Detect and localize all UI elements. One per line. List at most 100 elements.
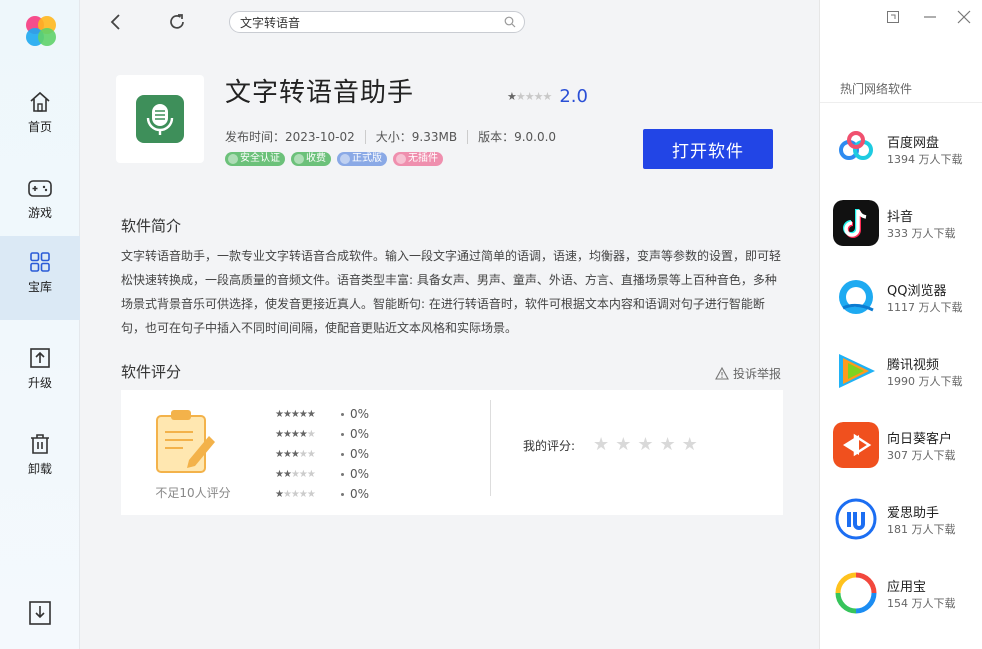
hot-item-baidu-netdisk[interactable]: 百度网盘 1394 万人下载 — [833, 126, 978, 178]
gamepad-icon — [28, 180, 52, 197]
rating-row-1: ★★★★★ 0% — [275, 487, 370, 501]
star-icon[interactable]: ★ — [637, 436, 653, 454]
rating-row-stars: ★★★★★ — [275, 428, 316, 440]
file-size: 大小：9.33MB — [375, 130, 458, 144]
douyin-icon — [833, 200, 879, 246]
badge-security: 安全认证 — [225, 152, 285, 166]
hot-item-qq-browser[interactable]: QQ浏览器 1117 万人下载 — [833, 274, 978, 326]
sidebar-item-upgrade[interactable]: 升级 — [0, 332, 80, 416]
report-link[interactable]: 投诉举报 — [715, 365, 781, 382]
download-manager-icon[interactable] — [28, 600, 52, 626]
hot-item-downloads: 1117 万人下载 — [887, 301, 963, 314]
trash-icon — [31, 434, 49, 454]
clipboard-icon — [156, 410, 215, 473]
my-rating-stars: ★ ★ ★ ★ ★ — [593, 436, 698, 454]
hot-item-name: 应用宝 — [887, 580, 927, 595]
grid-icon — [30, 252, 50, 272]
star-icon[interactable]: ★ — [682, 436, 698, 454]
rating-row-4: ★★★★★ 0% — [275, 427, 370, 441]
my-rating: 我的评分: ★ ★ ★ ★ ★ — [523, 436, 698, 454]
divider — [490, 400, 491, 496]
star-icon[interactable]: ★ — [593, 436, 609, 454]
app-rating: ★★★★★ 2.0 — [507, 86, 588, 107]
my-rating-label: 我的评分: — [523, 438, 576, 453]
rating-card: 不足10人评分 ★★★★★ 0% ★★★★★ 0% ★★★★★ 0% ★★★★★ 0% … — [121, 390, 783, 515]
rating-section-title: 软件评分 — [121, 363, 182, 381]
hot-item-downloads: 307 万人下载 — [887, 449, 956, 462]
pin-window-icon[interactable] — [886, 10, 900, 24]
tencent-video-icon — [833, 348, 879, 394]
plugin-icon — [396, 154, 406, 164]
divider — [364, 129, 366, 144]
hot-item-downloads: 1394 万人下载 — [887, 153, 963, 166]
sidebar-item-label: 首页 — [27, 120, 52, 134]
sidebar-item-label: 升级 — [27, 376, 52, 390]
home-icon — [30, 91, 50, 112]
release-date: 发布时间：2023-10-02 — [225, 130, 355, 144]
sidebar-item-label: 宝库 — [27, 280, 52, 294]
sidebar-item-home[interactable]: 首页 — [0, 76, 80, 160]
app-logo-icon — [26, 16, 56, 46]
hot-item-yingyongbao[interactable]: 应用宝 154 万人下载 — [833, 570, 978, 622]
sunlogin-icon — [833, 422, 879, 468]
sidebar-item-games[interactable]: 游戏 — [0, 162, 80, 246]
rating-row-stars: ★★★★★ — [275, 408, 316, 420]
hot-item-douyin[interactable]: 抖音 333 万人下载 — [833, 200, 978, 252]
search-box[interactable] — [229, 11, 525, 33]
sidebar-item-treasury[interactable]: 宝库 — [0, 236, 80, 320]
rating-score: 2.0 — [559, 86, 588, 107]
rating-stars: ★★★★★ — [507, 90, 552, 103]
hot-item-downloads: 181 万人下载 — [887, 523, 956, 536]
search-icon[interactable] — [504, 16, 516, 28]
few-ratings-text: 不足10人评分 — [155, 486, 231, 500]
hot-item-sunlogin[interactable]: 向日葵客户 307 万人下载 — [833, 422, 978, 474]
star-icon[interactable]: ★ — [659, 436, 675, 454]
hot-software-panel: 热门网络软件 百度网盘 1394 万人下载 抖音 333 万人下载 QQ浏览器 … — [819, 0, 982, 649]
hot-item-i4-assistant[interactable]: 爱思助手 181 万人下载 — [833, 496, 978, 548]
app-meta: 发布时间：2023-10-02 大小：9.33MB 版本：9.0.0.0 — [225, 128, 556, 145]
hot-item-name: QQ浏览器 — [887, 284, 947, 299]
app-title: 文字转语音助手 — [225, 78, 415, 108]
rating-row-stars: ★★★★★ — [275, 488, 316, 500]
yingyongbao-icon — [833, 570, 879, 616]
rating-row-3: ★★★★★ 0% — [275, 447, 370, 461]
badge-row: 安全认证 收费 正式版 无插件 — [225, 152, 443, 166]
rating-row-5: ★★★★★ 0% — [275, 407, 370, 421]
shield-icon — [228, 154, 238, 164]
top-bar — [81, 0, 819, 44]
open-software-button[interactable]: 打开软件 — [643, 129, 773, 169]
divider — [467, 129, 469, 144]
minimize-icon[interactable] — [923, 10, 937, 24]
hot-item-name: 百度网盘 — [887, 136, 940, 151]
refresh-icon[interactable] — [167, 12, 187, 32]
hot-item-tencent-video[interactable]: 腾讯视频 1990 万人下载 — [833, 348, 978, 400]
intro-title: 软件简介 — [121, 217, 182, 235]
badge-official: 正式版 — [337, 152, 387, 166]
version: 版本：9.0.0.0 — [478, 130, 557, 144]
check-icon — [340, 154, 350, 164]
report-label: 投诉举报 — [733, 367, 782, 381]
back-arrow-icon[interactable] — [107, 12, 125, 32]
hot-item-downloads: 154 万人下载 — [887, 597, 956, 610]
hot-software-title: 热门网络软件 — [840, 82, 913, 96]
star-icon[interactable]: ★ — [615, 436, 631, 454]
hot-item-name: 腾讯视频 — [887, 358, 940, 373]
divider — [820, 102, 982, 103]
sidebar-item-uninstall[interactable]: 卸载 — [0, 418, 80, 502]
rating-row-stars: ★★★★★ — [275, 468, 316, 480]
rating-distribution: ★★★★★ 0% ★★★★★ 0% ★★★★★ 0% ★★★★★ 0% ★★★★★ 0% — [275, 404, 369, 504]
search-input[interactable] — [240, 14, 496, 30]
hot-item-name: 抖音 — [887, 210, 914, 225]
main-content: 文字转语音助手 ★★★★★ 2.0 发布时间：2023-10-02 大小：9.3… — [81, 0, 819, 649]
yen-icon — [294, 154, 304, 164]
hot-item-downloads: 333 万人下载 — [887, 227, 956, 240]
close-icon[interactable] — [957, 10, 971, 24]
rating-row-2: ★★★★★ 0% — [275, 467, 370, 481]
app-icon-card — [116, 75, 204, 163]
hot-item-name: 爱思助手 — [887, 506, 940, 521]
i4-icon — [833, 496, 879, 542]
intro-text: 文字转语音助手，一款专业文字转语音合成软件。输入一段文字通过简单的语调，语速，均… — [121, 249, 782, 335]
warning-icon — [715, 367, 729, 380]
sidebar: 首页 游戏 宝库 升级 卸载 — [0, 0, 80, 649]
upgrade-icon — [30, 348, 50, 368]
